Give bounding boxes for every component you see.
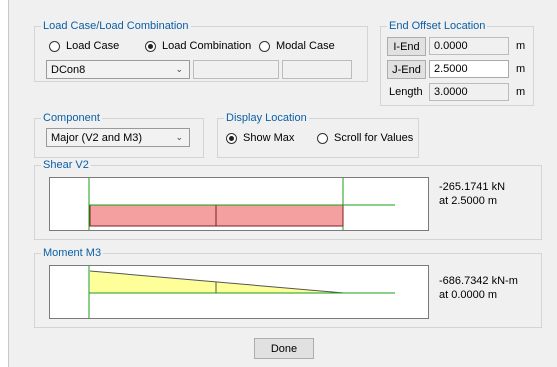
component-group-title: Component <box>41 112 102 125</box>
moment-max-location: at 0.0000 m <box>439 289 498 301</box>
moment-diagram-svg <box>88 266 395 318</box>
moment-group-title: Moment M3 <box>41 247 104 260</box>
component-dropdown[interactable]: Major (V2 and M3) ⌄ <box>46 128 190 147</box>
i-end-value: 0.0000 <box>434 40 468 52</box>
length-value: 3.0000 <box>434 86 468 98</box>
radio-show-max[interactable]: Show Max <box>226 132 294 144</box>
shear-segment <box>89 204 217 227</box>
i-end-unit: m <box>516 40 526 52</box>
done-button-label: Done <box>270 342 298 355</box>
i-end-button[interactable]: I-End <box>387 37 426 56</box>
shear-max-value: -265.1741 kN <box>439 181 506 193</box>
j-end-button-label: J-End <box>392 63 421 76</box>
length-label: Length <box>389 86 423 98</box>
length-unit: m <box>516 86 526 98</box>
radio-show-max-label: Show Max <box>243 132 295 144</box>
shear-segment <box>215 204 344 227</box>
moment-max-value: -686.7342 kN-m <box>439 275 518 287</box>
load-combination-value: DCon8 <box>51 63 86 76</box>
radio-scroll-for-values-label: Scroll for Values <box>334 132 414 144</box>
radio-load-combination-label: Load Combination <box>162 40 252 52</box>
load-case-group-title: Load Case/Load Combination <box>41 20 191 33</box>
radio-modal-case[interactable]: Modal Case <box>259 40 335 52</box>
length-field: 3.0000 <box>429 83 509 101</box>
radio-load-combination[interactable]: Load Combination <box>145 40 251 52</box>
radio-circle-selected <box>145 40 156 52</box>
chevron-down-icon: ⌄ <box>175 64 183 74</box>
i-end-button-label: I-End <box>393 40 420 53</box>
radio-circle <box>317 132 328 144</box>
radio-circle <box>259 40 270 52</box>
end-offset-group-title: End Offset Location <box>387 20 488 33</box>
radio-circle-selected <box>226 132 237 144</box>
radio-modal-case-label: Modal Case <box>276 40 335 52</box>
shear-diagram-svg <box>88 178 395 230</box>
load-combination-dropdown[interactable]: DCon8 ⌄ <box>46 60 190 79</box>
i-end-field[interactable]: 0.0000 <box>429 37 509 55</box>
done-button[interactable]: Done <box>254 338 314 359</box>
display-location-group-title: Display Location <box>224 112 309 125</box>
load-extra-field-2[interactable] <box>282 60 352 79</box>
radio-circle <box>49 40 60 52</box>
shear-group-title: Shear V2 <box>41 159 91 172</box>
left-edge-strip <box>0 0 9 367</box>
radio-scroll-for-values[interactable]: Scroll for Values <box>317 132 413 144</box>
moment-diagram <box>49 265 429 319</box>
j-end-button[interactable]: J-End <box>387 60 426 79</box>
radio-load-case[interactable]: Load Case <box>49 40 119 52</box>
shear-max-location: at 2.5000 m <box>439 195 498 207</box>
j-end-value: 2.5000 <box>434 63 468 75</box>
j-end-unit: m <box>516 63 526 75</box>
load-extra-field-1[interactable] <box>193 60 279 79</box>
chevron-down-icon: ⌄ <box>175 132 183 142</box>
j-end-field[interactable]: 2.5000 <box>429 60 509 78</box>
component-value: Major (V2 and M3) <box>51 131 143 144</box>
radio-load-case-label: Load Case <box>66 40 120 52</box>
shear-diagram <box>49 177 429 231</box>
